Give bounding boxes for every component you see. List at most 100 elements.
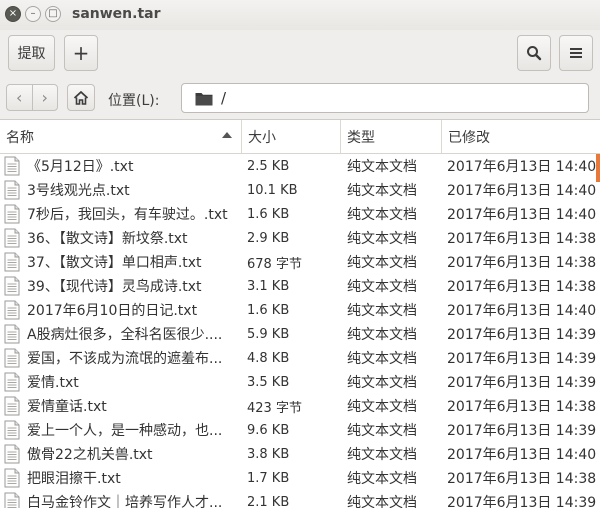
file-modified: 2017年6月13日 14:40 <box>447 447 596 463</box>
menu-button[interactable] <box>559 35 593 71</box>
column-header-size[interactable]: 大小 <box>242 120 341 153</box>
vertical-scrollbar[interactable] <box>596 154 600 508</box>
file-row[interactable]: 爱国，不该成为流氓的遮羞布... 4.8 KB 纯文本文档 2017年6月13日… <box>0 346 596 370</box>
plus-icon: + <box>72 41 90 65</box>
file-type: 纯文本文档 <box>347 495 417 508</box>
file-size: 3.8 KB <box>247 446 290 462</box>
text-file-icon <box>4 250 22 274</box>
history-navigation: ‹ › <box>6 84 58 111</box>
file-type: 纯文本文档 <box>347 375 417 391</box>
file-modified: 2017年6月13日 14:40 <box>447 159 596 175</box>
file-type: 纯文本文档 <box>347 159 417 175</box>
archive-manager-window: × – □ sanwen.tar 提取 + ‹ › 位置(L): / 名称 大小… <box>0 0 600 508</box>
file-row[interactable]: 爱上一个人，是一种感动，也... 9.6 KB 纯文本文档 2017年6月13日… <box>0 418 596 442</box>
column-type-label: 类型 <box>347 129 375 146</box>
sort-ascending-icon <box>222 132 232 138</box>
search-button[interactable] <box>517 35 551 71</box>
file-size: 2.9 KB <box>247 230 290 246</box>
text-file-icon <box>4 226 22 250</box>
file-size: 1.6 KB <box>247 302 290 318</box>
column-size-label: 大小 <box>248 129 276 146</box>
chevron-right-icon: › <box>41 88 48 107</box>
location-path-field[interactable]: / <box>181 83 589 113</box>
text-file-icon <box>4 466 22 490</box>
file-type: 纯文本文档 <box>347 303 417 319</box>
file-size: 1.6 KB <box>247 206 290 222</box>
file-name: 7秒后，我回头，有车驶过。.txt <box>27 207 228 223</box>
home-button[interactable] <box>67 84 95 111</box>
minimize-icon: – <box>30 8 36 19</box>
column-header-name[interactable]: 名称 <box>0 120 242 153</box>
text-file-icon <box>4 490 22 508</box>
file-type: 纯文本文档 <box>347 447 417 463</box>
back-button[interactable]: ‹ <box>7 85 33 110</box>
file-modified: 2017年6月13日 14:38 <box>447 471 596 487</box>
search-icon <box>527 46 542 61</box>
file-modified: 2017年6月13日 14:38 <box>447 279 596 295</box>
close-window-button[interactable]: × <box>5 6 21 22</box>
file-row[interactable]: 把眼泪擦干.txt 1.7 KB 纯文本文档 2017年6月13日 14:38 <box>0 466 596 490</box>
forward-button[interactable]: › <box>33 85 58 110</box>
minimize-window-button[interactable]: – <box>25 6 41 22</box>
file-name: 3号线观光点.txt <box>27 183 130 199</box>
location-bar: ‹ › 位置(L): / <box>0 77 600 120</box>
text-file-icon <box>4 394 22 418</box>
file-row[interactable]: 39、【现代诗】灵鸟成诗.txt 3.1 KB 纯文本文档 2017年6月13日… <box>0 274 596 298</box>
file-modified: 2017年6月13日 14:40 <box>447 207 596 223</box>
maximize-icon: □ <box>48 8 58 19</box>
file-name: 傲骨22之机关兽.txt <box>27 447 153 463</box>
file-name: 36、【散文诗】新坟祭.txt <box>27 231 188 247</box>
text-file-icon <box>4 346 22 370</box>
file-size: 2.1 KB <box>247 494 290 508</box>
file-row[interactable]: 3号线观光点.txt 10.1 KB 纯文本文档 2017年6月13日 14:4… <box>0 178 596 202</box>
file-size: 9.6 KB <box>247 422 290 438</box>
chevron-left-icon: ‹ <box>16 88 23 107</box>
file-size: 3.1 KB <box>247 278 290 294</box>
file-row[interactable]: 爱情童话.txt 423 字节 纯文本文档 2017年6月13日 14:38 <box>0 394 596 418</box>
file-row[interactable]: A股病灶很多，全科名医很少.... 5.9 KB 纯文本文档 2017年6月13… <box>0 322 596 346</box>
folder-icon <box>195 91 213 106</box>
location-path-text: / <box>221 89 227 107</box>
file-type: 纯文本文档 <box>347 423 417 439</box>
file-type: 纯文本文档 <box>347 207 417 223</box>
file-type: 纯文本文档 <box>347 471 417 487</box>
column-modified-label: 已修改 <box>448 129 490 146</box>
file-row[interactable]: 37、【散文诗】单口相声.txt 678 字节 纯文本文档 2017年6月13日… <box>0 250 596 274</box>
maximize-window-button[interactable]: □ <box>45 6 61 22</box>
file-type: 纯文本文档 <box>347 231 417 247</box>
file-size: 5.9 KB <box>247 326 290 342</box>
file-modified: 2017年6月13日 14:39 <box>447 327 596 343</box>
file-row[interactable]: 7秒后，我回头，有车驶过。.txt 1.6 KB 纯文本文档 2017年6月13… <box>0 202 596 226</box>
file-row[interactable]: 白马金铃作文｜培养写作人才... 2.1 KB 纯文本文档 2017年6月13日… <box>0 490 596 508</box>
file-row[interactable]: 36、【散文诗】新坟祭.txt 2.9 KB 纯文本文档 2017年6月13日 … <box>0 226 596 250</box>
add-files-button[interactable]: + <box>64 35 98 71</box>
file-size: 678 字节 <box>247 256 302 272</box>
file-name: 37、【散文诗】单口相声.txt <box>27 255 202 271</box>
column-header-type[interactable]: 类型 <box>341 120 442 153</box>
extract-button[interactable]: 提取 <box>8 35 55 71</box>
file-name: 爱情.txt <box>27 375 79 391</box>
file-row[interactable]: 《5月12日》.txt 2.5 KB 纯文本文档 2017年6月13日 14:4… <box>0 154 596 178</box>
file-type: 纯文本文档 <box>347 351 417 367</box>
file-modified: 2017年6月13日 14:38 <box>447 255 596 271</box>
text-file-icon <box>4 418 22 442</box>
window-title: sanwen.tar <box>72 6 161 22</box>
text-file-icon <box>4 322 22 346</box>
toolbar: 提取 + <box>0 30 600 77</box>
file-row[interactable]: 爱情.txt 3.5 KB 纯文本文档 2017年6月13日 14:39 <box>0 370 596 394</box>
file-type: 纯文本文档 <box>347 183 417 199</box>
file-modified: 2017年6月13日 14:39 <box>447 375 596 391</box>
text-file-icon <box>4 178 22 202</box>
file-modified: 2017年6月13日 14:40 <box>447 183 596 199</box>
file-size: 1.7 KB <box>247 470 290 486</box>
file-size: 3.5 KB <box>247 374 290 390</box>
file-name: 《5月12日》.txt <box>27 159 134 175</box>
column-header-modified[interactable]: 已修改 <box>442 120 600 153</box>
file-modified: 2017年6月13日 14:39 <box>447 495 596 508</box>
hamburger-menu-icon <box>570 48 582 58</box>
title-bar: × – □ sanwen.tar <box>0 0 600 31</box>
file-row[interactable]: 2017年6月10日的日记.txt 1.6 KB 纯文本文档 2017年6月13… <box>0 298 596 322</box>
file-row[interactable]: 傲骨22之机关兽.txt 3.8 KB 纯文本文档 2017年6月13日 14:… <box>0 442 596 466</box>
home-icon <box>73 90 89 105</box>
scrollbar-thumb[interactable] <box>596 154 600 182</box>
